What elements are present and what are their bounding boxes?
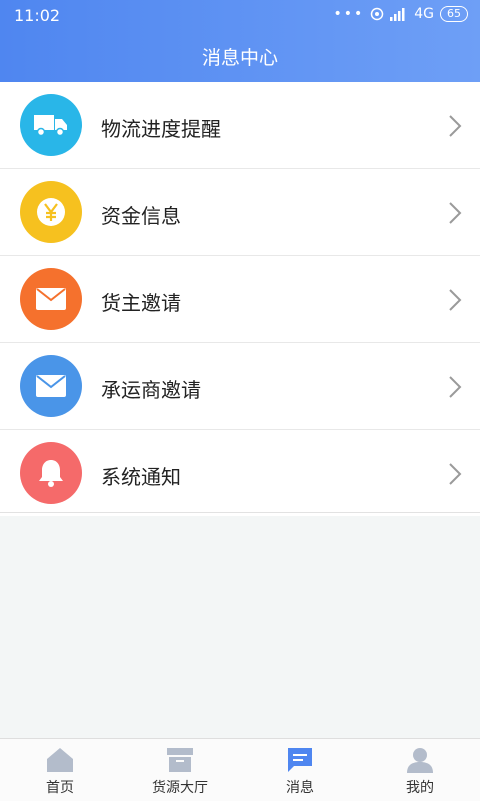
list-item-label: 物流进度提醒 — [101, 117, 221, 141]
truck-icon — [20, 94, 82, 156]
status-time: 11:02 — [14, 6, 61, 25]
user-icon — [407, 748, 433, 773]
list-item-label: 资金信息 — [101, 204, 181, 228]
list-item-logistics[interactable]: 物流进度提醒 — [0, 82, 480, 169]
list-item-funds[interactable]: 资金信息 — [0, 169, 480, 256]
list-item-carrier-invite[interactable]: 承运商邀请 — [0, 343, 480, 430]
chevron-right-icon — [449, 376, 462, 398]
header: 11:02 ••• 4G 65 消息中心 — [0, 0, 480, 82]
bottom-tab-bar: 首页 货源大厅 消息 我的 — [0, 738, 480, 801]
tab-label: 消息 — [286, 780, 314, 796]
list-item-label: 系统通知 — [101, 465, 181, 489]
network-type: 4G — [414, 6, 434, 22]
page-title: 消息中心 — [201, 47, 278, 69]
tab-messages[interactable]: 消息 — [240, 739, 360, 801]
yen-coin-icon — [20, 181, 82, 243]
list-item-label: 承运商邀请 — [101, 378, 201, 402]
status-dots: ••• — [333, 6, 365, 22]
tab-label: 我的 — [406, 780, 434, 796]
tab-label: 首页 — [46, 780, 74, 796]
message-icon — [288, 748, 312, 772]
chevron-right-icon — [449, 202, 462, 224]
list-divider — [0, 512, 480, 513]
list-item-label: 货主邀请 — [101, 291, 181, 315]
status-bar: 11:02 ••• 4G 65 — [0, 0, 480, 32]
tab-cargo-hall[interactable]: 货源大厅 — [120, 739, 240, 801]
bell-icon — [20, 442, 82, 504]
envelope-icon — [20, 268, 82, 330]
tab-home[interactable]: 首页 — [0, 739, 120, 801]
envelope-icon — [20, 355, 82, 417]
tab-label: 货源大厅 — [152, 780, 208, 796]
chevron-right-icon — [449, 463, 462, 485]
chevron-right-icon — [449, 115, 462, 137]
wifi-hotspot-icon — [370, 7, 384, 21]
list-item-shipper-invite[interactable]: 货主邀请 — [0, 256, 480, 343]
tab-mine[interactable]: 我的 — [360, 739, 480, 801]
chevron-right-icon — [449, 289, 462, 311]
home-icon — [47, 748, 73, 772]
signal-icon — [390, 8, 405, 21]
message-list: 物流进度提醒 资金信息 货主邀请 承运商邀请 系统通知 — [0, 82, 480, 516]
battery-indicator: 65 — [440, 6, 468, 22]
box-icon — [167, 748, 193, 772]
list-item-system-notice[interactable]: 系统通知 — [0, 430, 480, 516]
status-right: ••• 4G 65 — [333, 6, 468, 22]
